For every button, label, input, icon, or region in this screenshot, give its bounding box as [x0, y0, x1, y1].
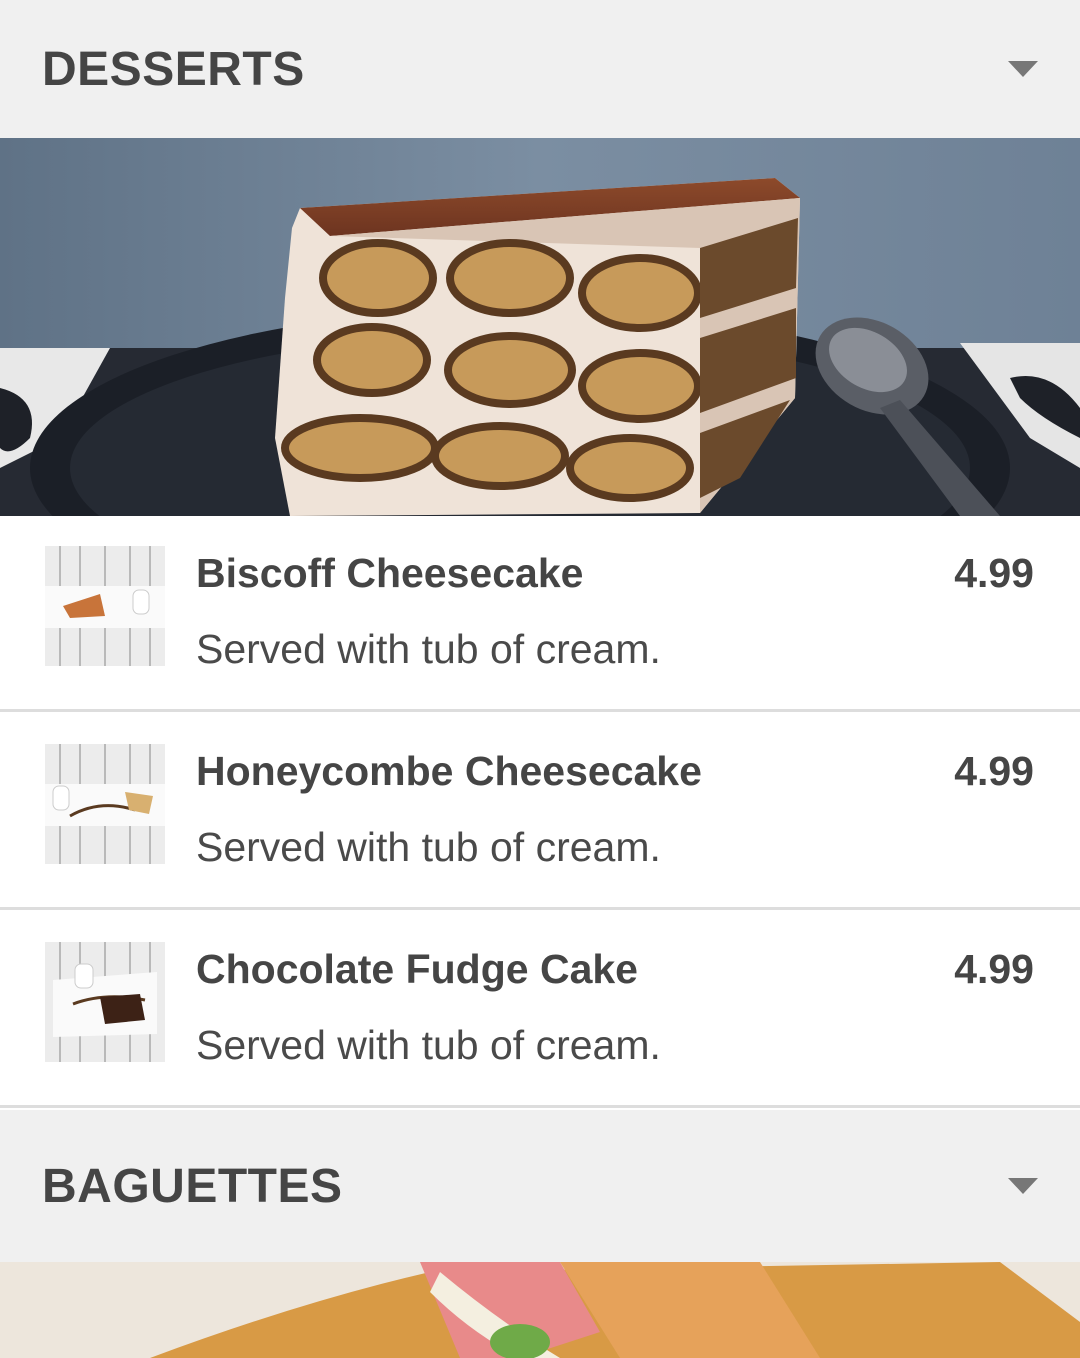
item-price: 4.99 [954, 946, 1034, 992]
chevron-down-icon[interactable] [1008, 61, 1038, 77]
section-header-desserts[interactable]: DESSERTS [0, 0, 1080, 138]
item-thumbnail [45, 546, 165, 666]
item-name: Honeycombe Cheesecake [196, 748, 702, 794]
menu-item-chocolate-fudge-cake[interactable]: Chocolate Fudge Cake Served with tub of … [0, 912, 1080, 1108]
baguettes-hero-image [0, 1262, 1080, 1358]
item-price: 4.99 [954, 748, 1034, 794]
menu-item-biscoff-cheesecake[interactable]: Biscoff Cheesecake Served with tub of cr… [0, 516, 1080, 712]
section-header-baguettes[interactable]: BAGUETTES [0, 1110, 1080, 1262]
item-description: Served with tub of cream. [196, 626, 661, 672]
chevron-down-icon[interactable] [1008, 1178, 1038, 1194]
item-name: Chocolate Fudge Cake [196, 946, 638, 992]
item-thumbnail [45, 942, 165, 1062]
item-name: Biscoff Cheesecake [196, 550, 584, 596]
menu-item-honeycombe-cheesecake[interactable]: Honeycombe Cheesecake Served with tub of… [0, 714, 1080, 910]
section-title: DESSERTS [42, 42, 305, 96]
item-description: Served with tub of cream. [196, 1022, 661, 1068]
section-title: BAGUETTES [42, 1159, 343, 1213]
item-price: 4.99 [954, 550, 1034, 596]
desserts-hero-image [0, 138, 1080, 516]
item-thumbnail [45, 744, 165, 864]
item-description: Served with tub of cream. [196, 824, 661, 870]
